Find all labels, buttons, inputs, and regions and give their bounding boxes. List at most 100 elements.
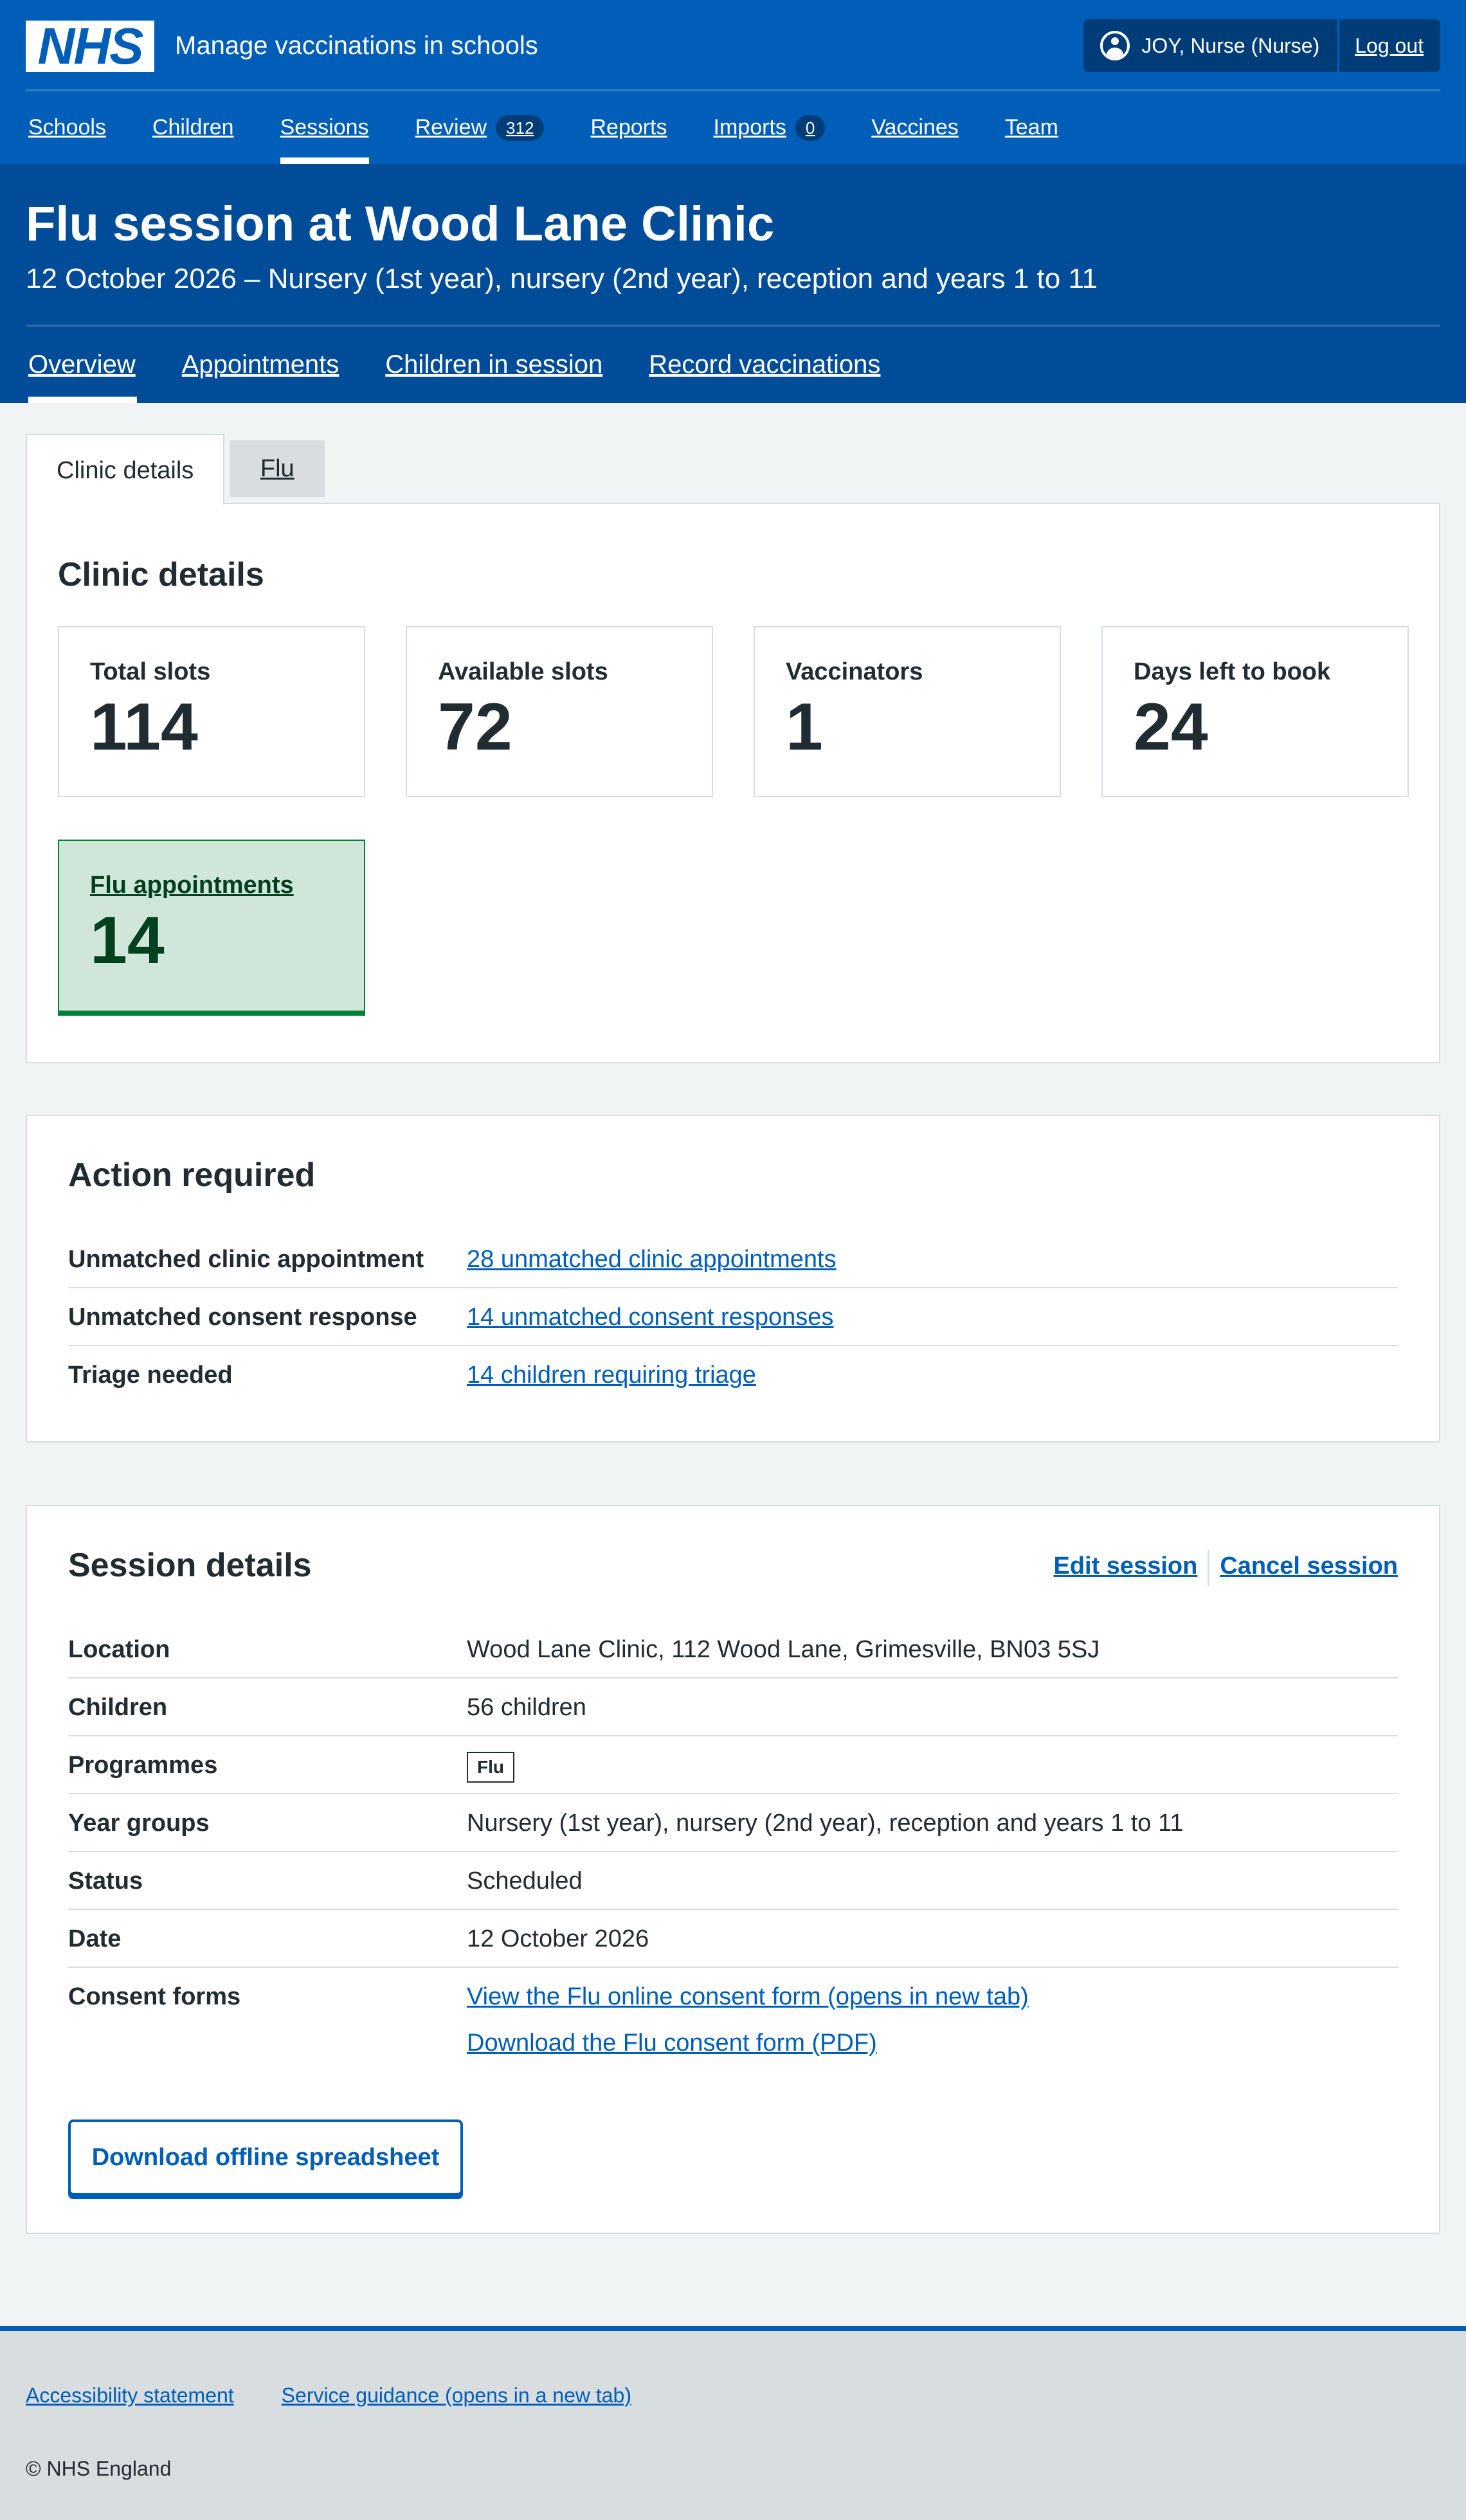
summary-row-location: Location Wood Lane Clinic, 112 Wood Lane… bbox=[68, 1621, 1398, 1679]
user-icon bbox=[1100, 31, 1130, 60]
logout-link[interactable]: Log out bbox=[1339, 34, 1440, 58]
summary-value: 28 unmatched clinic appointments bbox=[467, 1243, 837, 1275]
summary-key: Programmes bbox=[68, 1752, 218, 1779]
summary-key: Unmatched clinic appointment bbox=[68, 1246, 424, 1273]
stat-value: 1 bbox=[786, 690, 823, 764]
summary-key: Triage needed bbox=[68, 1362, 233, 1389]
summary-row-year-groups: Year groups Nursery (1st year), nursery … bbox=[68, 1794, 1398, 1852]
stat-label: Available slots bbox=[438, 658, 608, 685]
action-required-card: Action required Unmatched clinic appoint… bbox=[26, 1115, 1440, 1443]
nav-sessions[interactable]: Sessions bbox=[280, 91, 369, 164]
summary-key: Unmatched consent response bbox=[68, 1304, 417, 1331]
header-top: NHS Manage vaccinations in schools JOY, … bbox=[26, 0, 1440, 91]
stat-card-total-slots: Total slots 114 bbox=[58, 626, 365, 797]
imports-count-badge: 0 bbox=[795, 114, 826, 141]
nav-label: Review bbox=[415, 115, 487, 140]
stat-value: 72 bbox=[438, 690, 512, 764]
account-menu: JOY, Nurse (Nurse) Log out bbox=[1083, 19, 1440, 72]
summary-row-date: Date 12 October 2026 bbox=[68, 1910, 1398, 1968]
nav-label: Reports bbox=[590, 115, 667, 140]
nav-label: Sessions bbox=[280, 115, 369, 140]
nav-review[interactable]: Review 312 bbox=[415, 91, 545, 164]
summary-row-children: Children 56 children bbox=[68, 1679, 1398, 1736]
summary-key: Status bbox=[68, 1868, 143, 1895]
stat-value: 14 bbox=[90, 903, 165, 978]
stat-label: Flu appointments bbox=[90, 869, 333, 901]
nav-children[interactable]: Children bbox=[152, 91, 234, 164]
site-header: NHS Manage vaccinations in schools JOY, … bbox=[0, 0, 1466, 164]
account-user: JOY, Nurse (Nurse) bbox=[1083, 19, 1340, 72]
edit-session-link[interactable]: Edit session bbox=[1053, 1553, 1197, 1586]
stat-label: Days left to book bbox=[1134, 658, 1331, 685]
summary-value: Wood Lane Clinic, 112 Wood Lane, Grimesv… bbox=[467, 1636, 1100, 1663]
download-offline-spreadsheet-button[interactable]: Download offline spreadsheet bbox=[68, 2120, 463, 2195]
service-name[interactable]: Manage vaccinations in schools bbox=[175, 27, 538, 64]
service-guidance-link[interactable]: Service guidance (opens in a new tab) bbox=[282, 2384, 631, 2408]
session-details-list: Location Wood Lane Clinic, 112 Wood Lane… bbox=[68, 1621, 1398, 2059]
subnav-children-in-session[interactable]: Children in session bbox=[385, 327, 602, 403]
nav-reports[interactable]: Reports bbox=[590, 91, 667, 164]
stat-label: Total slots bbox=[90, 658, 211, 685]
session-actions: Edit session Cancel session bbox=[1053, 1550, 1398, 1586]
nav-team[interactable]: Team bbox=[1005, 91, 1058, 164]
summary-value: View the Flu online consent form (opens … bbox=[467, 1981, 1029, 2059]
tab-list: Clinic details Flu bbox=[26, 434, 325, 505]
stat-label: Vaccinators bbox=[786, 658, 923, 685]
divider bbox=[1208, 1550, 1210, 1586]
nav-label: Imports bbox=[713, 115, 786, 140]
nav-imports[interactable]: Imports 0 bbox=[714, 91, 826, 164]
flu-appointments-link[interactable]: Flu appointments bbox=[90, 872, 294, 899]
action-required-heading: Action required bbox=[68, 1156, 316, 1194]
stat-card-flu-appointments[interactable]: Flu appointments 14 bbox=[58, 840, 365, 1016]
nav-vaccines[interactable]: Vaccines bbox=[871, 91, 958, 164]
nav-label: Team bbox=[1004, 115, 1058, 140]
triage-link[interactable]: 14 children requiring triage bbox=[467, 1359, 756, 1391]
unmatched-appointments-link[interactable]: 28 unmatched clinic appointments bbox=[467, 1243, 837, 1275]
review-count-badge: 312 bbox=[496, 114, 545, 141]
action-required-list: Unmatched clinic appointment 28 unmatche… bbox=[68, 1230, 1398, 1404]
summary-value: Flu bbox=[467, 1749, 514, 1783]
summary-row: Unmatched consent response 14 unmatched … bbox=[68, 1288, 1398, 1346]
unmatched-consent-link[interactable]: 14 unmatched consent responses bbox=[467, 1301, 833, 1333]
programme-tag: Flu bbox=[467, 1752, 514, 1783]
primary-navigation: Schools Children Sessions Review 312 Repo… bbox=[28, 91, 1105, 164]
session-details-card: Session details Edit session Cancel sess… bbox=[26, 1505, 1440, 2234]
stat-value: 114 bbox=[90, 690, 198, 764]
subnav-record-vaccinations[interactable]: Record vaccinations bbox=[649, 327, 880, 403]
nav-schools[interactable]: Schools bbox=[28, 91, 106, 164]
page-title: Flu session at Wood Lane Clinic bbox=[26, 197, 775, 251]
nav-label: Children bbox=[152, 115, 234, 140]
summary-value: 12 October 2026 bbox=[467, 1925, 649, 1952]
summary-value: 56 children bbox=[467, 1694, 586, 1721]
tab-clinic-details[interactable]: Clinic details bbox=[26, 434, 225, 505]
nhs-logo[interactable]: NHS bbox=[26, 21, 154, 72]
subnav-overview[interactable]: Overview bbox=[28, 327, 137, 403]
accessibility-statement-link[interactable]: Accessibility statement bbox=[26, 2384, 234, 2408]
stat-card-available-slots: Available slots 72 bbox=[406, 626, 713, 797]
subnav-appointments[interactable]: Appointments bbox=[182, 327, 339, 403]
summary-key: Children bbox=[68, 1694, 168, 1721]
summary-key: Consent forms bbox=[68, 1983, 241, 2010]
summary-key: Location bbox=[68, 1636, 170, 1663]
cancel-session-link[interactable]: Cancel session bbox=[1220, 1553, 1398, 1586]
summary-key: Date bbox=[68, 1925, 122, 1952]
session-details-heading: Session details bbox=[68, 1547, 312, 1584]
stat-value: 24 bbox=[1134, 690, 1208, 764]
summary-value: 14 children requiring triage bbox=[467, 1359, 756, 1391]
download-consent-form-link[interactable]: Download the Flu consent form (PDF) bbox=[467, 2027, 1029, 2059]
stat-card-days-left: Days left to book 24 bbox=[1101, 626, 1409, 797]
session-navigation: Overview Appointments Children in sessio… bbox=[28, 327, 927, 403]
page-subtitle: 12 October 2026 – Nursery (1st year), nu… bbox=[26, 263, 1098, 294]
page-heading-band: Flu session at Wood Lane Clinic 12 Octob… bbox=[0, 164, 1466, 403]
copyright: © NHS England bbox=[26, 2457, 172, 2480]
summary-value: 14 unmatched consent responses bbox=[467, 1301, 833, 1333]
nav-label: Vaccines bbox=[871, 115, 959, 140]
user-name: JOY, Nurse (Nurse) bbox=[1141, 33, 1320, 57]
summary-row-programmes: Programmes Flu bbox=[68, 1736, 1398, 1794]
stat-card-vaccinators: Vaccinators 1 bbox=[754, 626, 1061, 797]
online-consent-form-link[interactable]: View the Flu online consent form (opens … bbox=[467, 1981, 1029, 2013]
summary-row-consent-forms: Consent forms View the Flu online consen… bbox=[68, 1968, 1398, 2059]
summary-row-status: Status Scheduled bbox=[68, 1852, 1398, 1910]
tab-flu[interactable]: Flu bbox=[230, 440, 325, 497]
clinic-details-panel: Clinic details Total slots 114 Available… bbox=[26, 503, 1440, 1063]
